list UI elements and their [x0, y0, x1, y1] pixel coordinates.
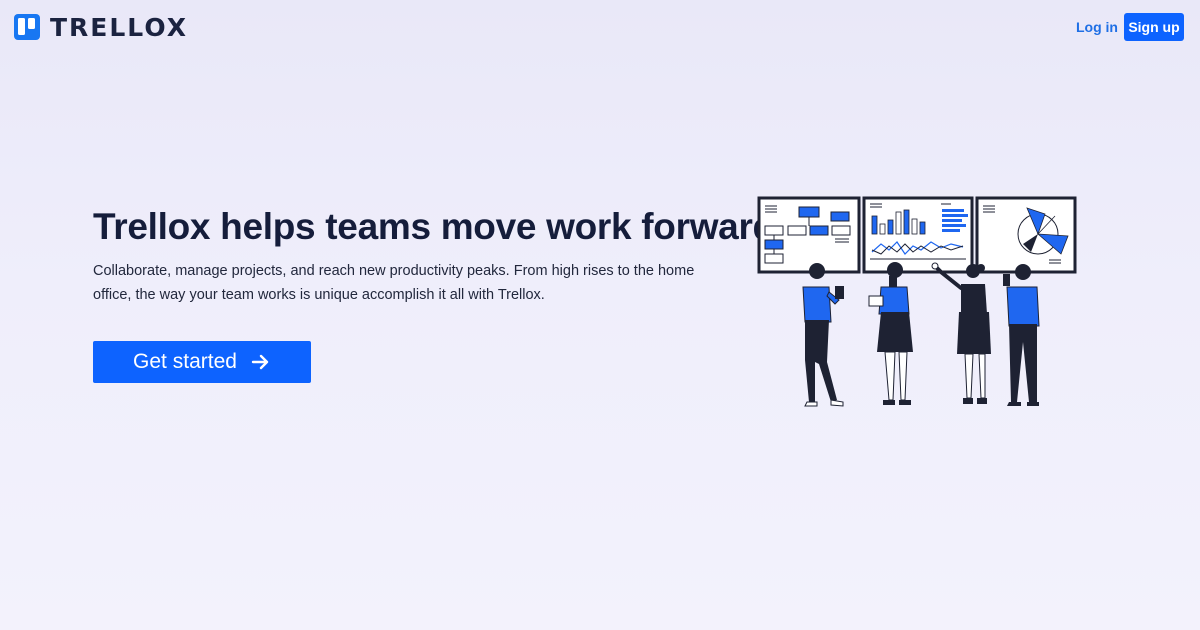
signup-button[interactable]: Sign up	[1124, 13, 1184, 41]
person-with-tablet	[802, 263, 844, 407]
hero-title: Trellox helps teams move work forward.	[93, 206, 785, 247]
arrow-right-icon	[251, 353, 271, 371]
brand[interactable]: TRELLOX	[14, 12, 188, 42]
get-started-label: Get started	[133, 350, 237, 373]
bar-chart-screen	[862, 196, 974, 274]
login-link[interactable]: Log in	[1076, 19, 1118, 35]
top-navigation: TRELLOX Log in Sign up	[0, 0, 1200, 56]
person-pointing	[931, 262, 991, 404]
hero-description: Collaborate, manage projects, and reach …	[93, 263, 695, 303]
trellox-logo-icon	[14, 14, 40, 40]
person-with-laptop	[868, 262, 913, 405]
flowchart-screen	[757, 196, 861, 274]
pie-chart-screen	[975, 196, 1077, 274]
team-dashboard-illustration	[755, 192, 1085, 412]
brand-name: TRELLOX	[50, 12, 188, 42]
get-started-button[interactable]: Get started	[93, 341, 311, 383]
person-with-phone	[1003, 264, 1040, 406]
